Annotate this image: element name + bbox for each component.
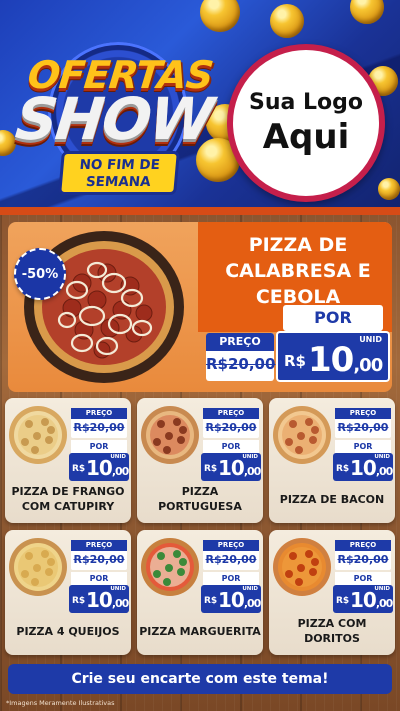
price-integer: 10 [308, 340, 354, 380]
badge-weekend-label: NO FIM DE SEMANA [58, 151, 180, 195]
old-price-tag: PREÇO R$20,00 [206, 333, 276, 381]
new-price-box: UNID R$ 10,00 [276, 331, 390, 382]
gold-coin-icon [200, 0, 240, 32]
por-label: POR [335, 440, 391, 453]
pizza-image [141, 538, 199, 596]
currency-label: R$ [204, 596, 218, 606]
old-price-tag: PREÇO R$20,00 [203, 540, 259, 570]
product-name: PIZZA COM DORITOS [297, 617, 367, 645]
price-integer: 10 [350, 588, 377, 612]
discount-badge: -50% [14, 248, 66, 300]
new-price-box: UNID R$ 10,00 [333, 585, 393, 613]
old-price: R$20,00 [73, 421, 125, 434]
old-price: R$20,00 [205, 553, 257, 566]
featured-title: PIZZA DE CALABRESA E CEBOLA [225, 234, 371, 308]
currency-label: R$ [336, 596, 350, 606]
old-price: R$20,00 [206, 355, 276, 373]
pizza-image [9, 538, 67, 596]
por-label: POR [335, 572, 391, 585]
preco-label: PREÇO [203, 408, 259, 419]
logo-placeholder-line1: Sua Logo [248, 90, 363, 115]
pizza-image [141, 406, 199, 464]
new-price-box: UNID R$ 10,00 [201, 585, 261, 613]
por-label: POR [283, 305, 383, 331]
price-value: 10,00 [86, 456, 129, 480]
currency-label: R$ [72, 464, 86, 474]
currency-label: R$ [72, 596, 86, 606]
por-label: POR [203, 440, 259, 453]
product-card[interactable]: PREÇO R$20,00 POR UNID R$ 10,00 PIZZA DE… [5, 398, 131, 523]
new-price-box: UNID R$ 10,00 [201, 453, 261, 481]
gold-coin-icon [350, 0, 384, 24]
price-cents: ,00 [375, 597, 393, 610]
price-cents: ,00 [243, 597, 261, 610]
product-card[interactable]: PREÇO R$20,00 POR UNID R$ 10,00 PIZZA 4 … [5, 530, 131, 655]
currency-label: R$ [284, 352, 306, 370]
disclaimer-text: *Imagens Meramente Ilustrativas [6, 699, 115, 707]
price-value: 10,00 [86, 588, 129, 612]
old-price-tag: PREÇO R$20,00 [203, 408, 259, 438]
old-price: R$20,00 [337, 421, 389, 434]
price-integer: 10 [218, 456, 245, 480]
header-banner: OFERTAS SHOW NO FIM DE SEMANA Sua Logo A… [0, 0, 400, 215]
currency-label: R$ [336, 464, 350, 474]
price-integer: 10 [86, 588, 113, 612]
price-value: 10,00 [218, 456, 261, 480]
price-value: 10,00 [350, 588, 393, 612]
currency-label: R$ [204, 464, 218, 474]
old-price-tag: PREÇO R$20,00 [335, 408, 391, 438]
preco-label: PREÇO [206, 333, 274, 351]
price-integer: 10 [350, 456, 377, 480]
por-label: POR [71, 572, 127, 585]
price-integer: 10 [218, 588, 245, 612]
price-cents: ,00 [353, 355, 383, 376]
product-name: PIZZA 4 QUEIJOS [16, 624, 120, 638]
price-value: 10,00 [350, 456, 393, 480]
badge-weekend-line1: NO FIM DE [78, 157, 161, 173]
product-card[interactable]: PREÇO R$20,00 POR UNID R$ 10,00 PIZZA PO… [137, 398, 263, 523]
pizza-image [273, 406, 331, 464]
por-label: POR [203, 572, 259, 585]
price-cents: ,00 [111, 465, 129, 478]
product-card[interactable]: PREÇO R$20,00 POR UNID R$ 10,00 PIZZA DE… [269, 398, 395, 523]
gold-coin-icon [378, 178, 400, 200]
preco-label: PREÇO [335, 540, 391, 551]
old-price: R$20,00 [205, 421, 257, 434]
price-cents: ,00 [375, 465, 393, 478]
old-price: R$20,00 [337, 553, 389, 566]
new-price-box: UNID R$ 10,00 [69, 453, 129, 481]
old-price-tag: PREÇO R$20,00 [335, 540, 391, 570]
logo-placeholder[interactable]: Sua Logo Aqui [227, 44, 385, 202]
preco-label: PREÇO [203, 540, 259, 551]
pizza-image [9, 406, 67, 464]
preco-label: PREÇO [71, 540, 127, 551]
product-card[interactable]: PREÇO R$20,00 POR UNID R$ 10,00 PIZZA MA… [137, 530, 263, 655]
price-cents: ,00 [111, 597, 129, 610]
create-flyer-button[interactable]: Crie seu encarte com este tema! [8, 664, 392, 694]
old-price-tag: PREÇO R$20,00 [71, 408, 127, 438]
preco-label: PREÇO [335, 408, 391, 419]
price-value: 10,00 [308, 340, 383, 380]
old-price-tag: PREÇO R$20,00 [71, 540, 127, 570]
por-label: POR [71, 440, 127, 453]
featured-offer-card[interactable]: -50% PIZZA DE CALABRESA E CEBOLA POR PRE… [8, 222, 392, 392]
gold-coin-icon [270, 4, 304, 38]
price-cents: ,00 [243, 465, 261, 478]
product-name: PIZZA PORTUGUESA [158, 485, 242, 513]
preco-label: PREÇO [71, 408, 127, 419]
product-name: PIZZA DE FRANGO COM CATUPIRY [11, 485, 125, 513]
logo-placeholder-line2: Aqui [262, 117, 350, 157]
price-value: 10,00 [218, 588, 261, 612]
product-name: PIZZA MARGUERITA [139, 624, 261, 638]
badge-show-text: SHOW [12, 85, 216, 153]
product-card[interactable]: PREÇO R$20,00 POR UNID R$ 10,00 PIZZA CO… [269, 530, 395, 655]
price-integer: 10 [86, 456, 113, 480]
new-price-box: UNID R$ 10,00 [333, 453, 393, 481]
product-name: PIZZA DE BACON [279, 492, 385, 506]
ofertas-show-badge: OFERTAS SHOW NO FIM DE SEMANA [8, 38, 218, 208]
pizza-image [273, 538, 331, 596]
new-price-box: UNID R$ 10,00 [69, 585, 129, 613]
badge-weekend-line2: SEMANA [85, 174, 152, 190]
old-price: R$20,00 [73, 553, 125, 566]
